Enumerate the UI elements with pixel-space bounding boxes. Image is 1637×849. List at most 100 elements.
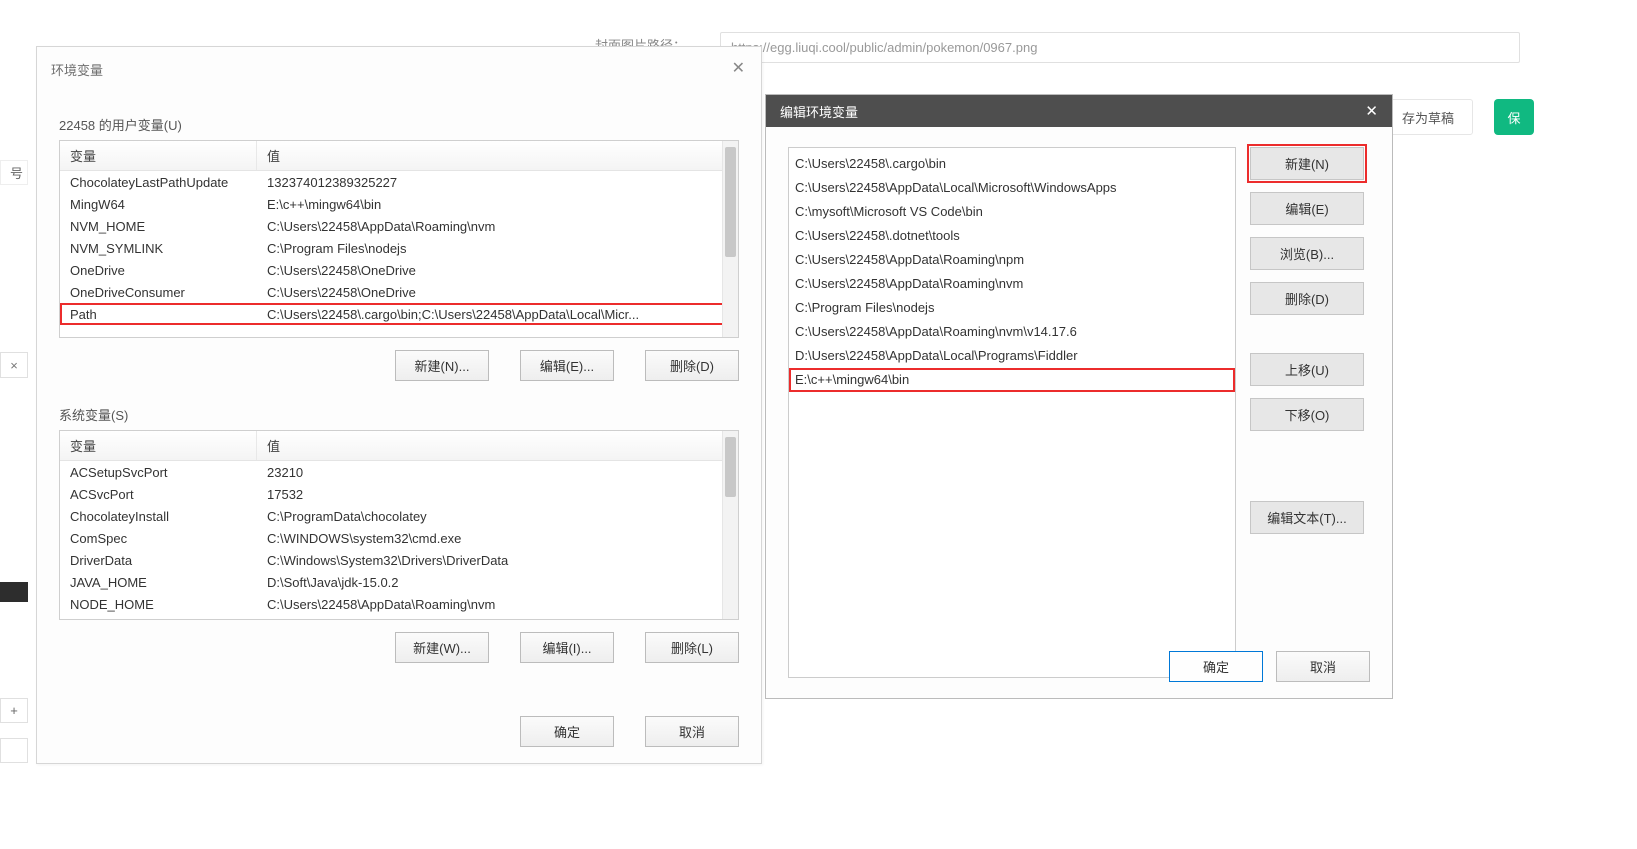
save-button[interactable]: 保 [1494, 99, 1534, 135]
list-item[interactable]: C:\Users\22458\AppData\Roaming\nvm [789, 272, 1235, 296]
env-variables-dialog: 环境变量 ✕ 22458 的用户变量(U) 变量 值 ChocolateyLas… [36, 46, 762, 764]
edit-text-button[interactable]: 编辑文本(T)... [1250, 501, 1364, 534]
system-variables-listview[interactable]: 变量 值 ACSetupSvcPort23210ACSvcPort17532Ch… [59, 430, 739, 620]
variable-value: D:\Soft\Java\jdk-15.0.2 [257, 575, 738, 590]
variable-name: JAVA_HOME [60, 575, 257, 590]
table-row[interactable]: NODE_HOMEC:\Users\22458\AppData\Roaming\… [60, 593, 738, 615]
env-ok-button[interactable]: 确定 [520, 716, 614, 747]
user-variables-listview[interactable]: 变量 值 ChocolateyLastPathUpdate13237401238… [59, 140, 739, 338]
list-item[interactable]: C:\Users\22458\AppData\Local\Microsoft\W… [789, 176, 1235, 200]
table-row[interactable]: MingW64E:\c++\mingw64\bin [60, 193, 738, 215]
table-row[interactable]: ACSetupSvcPort23210 [60, 461, 738, 483]
env-cancel-button[interactable]: 取消 [645, 716, 739, 747]
list-item[interactable]: E:\c++\mingw64\bin [789, 368, 1235, 392]
variable-name: ChocolateyInstall [60, 509, 257, 524]
edit-edit-button[interactable]: 编辑(E) [1250, 192, 1364, 225]
column-variable[interactable]: 变量 [60, 431, 257, 460]
variable-value: C:\Users\22458\OneDrive [257, 285, 738, 300]
list-item[interactable]: C:\Users\22458\.cargo\bin [789, 152, 1235, 176]
scrollbar[interactable] [722, 141, 738, 337]
user-delete-button[interactable]: 删除(D) [645, 350, 739, 381]
column-value[interactable]: 值 [257, 141, 738, 170]
variable-name: NVM_SYMLINK [60, 241, 257, 256]
close-icon[interactable]: ✕ [1361, 98, 1382, 124]
user-edit-button[interactable]: 编辑(E)... [520, 350, 614, 381]
table-row[interactable]: ComSpecC:\WINDOWS\system32\cmd.exe [60, 527, 738, 549]
variable-value: C:\Users\22458\.cargo\bin;C:\Users\22458… [257, 307, 738, 322]
table-row[interactable]: PathC:\Users\22458\.cargo\bin;C:\Users\2… [60, 303, 738, 325]
list-item[interactable]: C:\Users\22458\.dotnet\tools [789, 224, 1235, 248]
scrollbar-thumb[interactable] [725, 437, 736, 497]
bg-fragment-dark [0, 582, 28, 602]
variable-name: OneDriveConsumer [60, 285, 257, 300]
edit-move-up-button[interactable]: 上移(U) [1250, 353, 1364, 386]
edit-dialog-footer-buttons: 确定 取消 [1169, 651, 1370, 682]
system-variables-header[interactable]: 变量 值 [60, 431, 738, 461]
variable-name: MingW64 [60, 197, 257, 212]
variable-name: ACSvcPort [60, 487, 257, 502]
column-variable[interactable]: 变量 [60, 141, 257, 170]
system-variables-buttons: 新建(W)... 编辑(I)... 删除(L) [59, 632, 739, 663]
list-item[interactable]: C:\Program Files\nodejs [789, 296, 1235, 320]
save-draft-button[interactable]: 存为草稿 [1383, 99, 1473, 135]
system-new-button[interactable]: 新建(W)... [395, 632, 489, 663]
bg-fragment-label: 号 [0, 160, 28, 185]
list-item[interactable]: C:\mysoft\Microsoft VS Code\bin [789, 200, 1235, 224]
bg-fragment-close[interactable]: × [0, 352, 28, 378]
bg-fragment-plus[interactable]: + [0, 698, 28, 723]
edit-ok-button[interactable]: 确定 [1169, 651, 1263, 682]
env-dialog-footer-buttons: 确定 取消 [59, 694, 739, 747]
path-listbox[interactable]: C:\Users\22458\.cargo\binC:\Users\22458\… [788, 147, 1236, 678]
variable-name: ComSpec [60, 531, 257, 546]
cover-image-url-input[interactable]: https://egg.liuqi.cool/public/admin/poke… [720, 32, 1520, 63]
table-row[interactable]: NVM_SYMLINKC:\Program Files\nodejs [60, 237, 738, 259]
edit-delete-button[interactable]: 删除(D) [1250, 282, 1364, 315]
env-dialog-title: 环境变量 [51, 60, 103, 79]
table-row[interactable]: JAVA_HOMED:\Soft\Java\jdk-15.0.2 [60, 571, 738, 593]
user-variables-header[interactable]: 变量 值 [60, 141, 738, 171]
table-row[interactable]: ChocolateyLastPathUpdate1323740123893252… [60, 171, 738, 193]
scrollbar[interactable] [722, 431, 738, 619]
list-item[interactable]: C:\Users\22458\AppData\Roaming\npm [789, 248, 1235, 272]
variable-name: ChocolateyLastPathUpdate [60, 175, 257, 190]
edit-move-down-button[interactable]: 下移(O) [1250, 398, 1364, 431]
edit-dialog-titlebar[interactable]: 编辑环境变量 ✕ [766, 95, 1392, 127]
variable-name: NVM_HOME [60, 219, 257, 234]
edit-browse-button[interactable]: 浏览(B)... [1250, 237, 1364, 270]
list-item[interactable]: D:\Users\22458\AppData\Local\Programs\Fi… [789, 344, 1235, 368]
list-item[interactable]: C:\Users\22458\AppData\Roaming\nvm\v14.1… [789, 320, 1235, 344]
variable-value: 17532 [257, 487, 738, 502]
scrollbar-thumb[interactable] [725, 147, 736, 257]
edit-cancel-button[interactable]: 取消 [1276, 651, 1370, 682]
table-row[interactable]: ACSvcPort17532 [60, 483, 738, 505]
edit-dialog-side-buttons: 新建(N) 编辑(E) 浏览(B)... 删除(D) 上移(U) 下移(O) 编… [1250, 147, 1370, 678]
table-row[interactable]: DriverDataC:\Windows\System32\Drivers\Dr… [60, 549, 738, 571]
variable-value: C:\Users\22458\OneDrive [257, 263, 738, 278]
user-new-button[interactable]: 新建(N)... [395, 350, 489, 381]
variable-value: C:\Windows\System32\Drivers\DriverData [257, 553, 738, 568]
close-icon[interactable]: ✕ [726, 55, 751, 83]
env-dialog-titlebar[interactable]: 环境变量 ✕ [37, 47, 761, 91]
variable-value: C:\ProgramData\chocolatey [257, 509, 738, 524]
edit-dialog-title: 编辑环境变量 [780, 102, 858, 121]
variable-value: C:\Users\22458\AppData\Roaming\nvm [257, 597, 738, 612]
system-variables-label: 系统变量(S) [59, 405, 739, 424]
edit-new-button[interactable]: 新建(N) [1250, 147, 1364, 180]
table-row[interactable]: OneDriveConsumerC:\Users\22458\OneDrive [60, 281, 738, 303]
variable-name: NODE_HOME [60, 597, 257, 612]
variable-name: DriverData [60, 553, 257, 568]
variable-name: OneDrive [60, 263, 257, 278]
bg-fragment-box [0, 738, 28, 763]
system-edit-button[interactable]: 编辑(I)... [520, 632, 614, 663]
variable-value: C:\Program Files\nodejs [257, 241, 738, 256]
table-row[interactable]: OneDriveC:\Users\22458\OneDrive [60, 259, 738, 281]
table-row[interactable]: ChocolateyInstallC:\ProgramData\chocolat… [60, 505, 738, 527]
system-delete-button[interactable]: 删除(L) [645, 632, 739, 663]
variable-value: C:\WINDOWS\system32\cmd.exe [257, 531, 738, 546]
edit-env-variable-dialog: 编辑环境变量 ✕ C:\Users\22458\.cargo\binC:\Use… [765, 94, 1393, 699]
variable-value: 23210 [257, 465, 738, 480]
column-value[interactable]: 值 [257, 431, 738, 460]
user-variables-label: 22458 的用户变量(U) [59, 115, 739, 134]
table-row[interactable]: NVM_HOMEC:\Users\22458\AppData\Roaming\n… [60, 215, 738, 237]
variable-value: 132374012389325227 [257, 175, 738, 190]
